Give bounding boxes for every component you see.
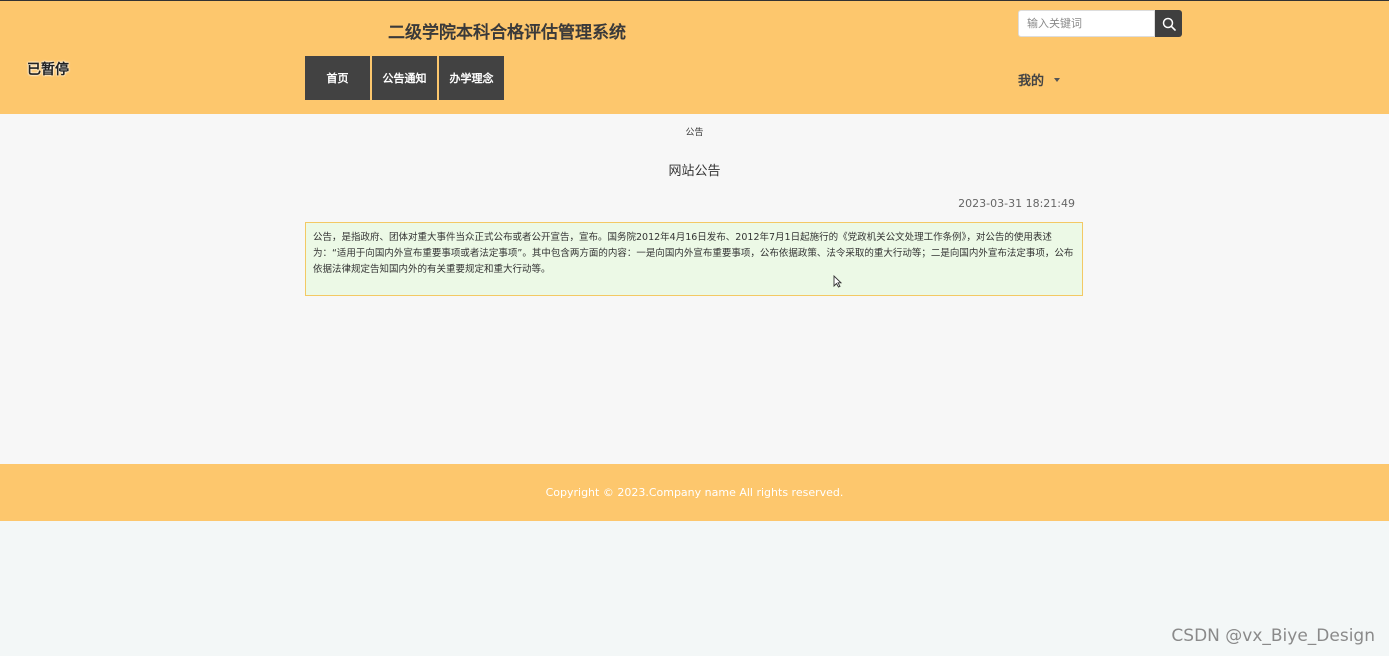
main-content: 公告 网站公告 2023-03-31 18:21:49 公告，是指政府、团体对重… — [0, 114, 1389, 464]
header: 已暂停 二级学院本科合格评估管理系统 首页 公告通知 办学理念 我的 — [0, 0, 1389, 114]
notice-title: 网站公告 — [668, 164, 721, 179]
paused-overlay-label: 已暂停 — [27, 62, 69, 78]
search-box — [1018, 10, 1182, 37]
caret-down-icon — [1054, 77, 1061, 82]
user-menu-label: 我的 — [1018, 74, 1045, 89]
nav-item-announcements[interactable]: 公告通知 — [372, 56, 437, 100]
search-icon — [1162, 17, 1176, 31]
copyright-text: Copyright © 2023.Company name All rights… — [545, 486, 844, 499]
notice-content: 公告，是指政府、团体对重大事件当众正式公布或者公开宣告，宣布。国务院2012年4… — [305, 222, 1083, 296]
watermark: CSDN @vx_Biye_Design — [1171, 626, 1375, 646]
site-title: 二级学院本科合格评估管理系统 — [388, 23, 626, 43]
search-input[interactable] — [1018, 10, 1155, 37]
nav-item-home[interactable]: 首页 — [305, 56, 370, 100]
footer: Copyright © 2023.Company name All rights… — [0, 464, 1389, 521]
main-nav: 首页 公告通知 办学理念 — [305, 56, 504, 100]
page: 已暂停 二级学院本科合格评估管理系统 首页 公告通知 办学理念 我的 公告 网站… — [0, 0, 1389, 656]
mouse-cursor-icon — [833, 275, 842, 288]
user-menu[interactable]: 我的 — [1018, 70, 1061, 89]
notice-timestamp: 2023-03-31 18:21:49 — [958, 197, 1075, 210]
nav-item-philosophy[interactable]: 办学理念 — [439, 56, 504, 100]
search-button[interactable] — [1155, 10, 1182, 37]
breadcrumb: 公告 — [685, 128, 704, 138]
